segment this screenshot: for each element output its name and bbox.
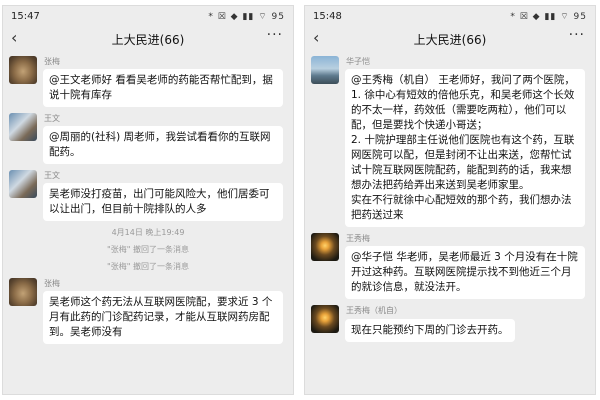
status-bar: 15:47 * ☒ ◆ ▮▮ ⌔ 95: [3, 6, 293, 26]
chat-message: 王文 @周丽的(社科) 周老师，我尝试看看你的互联网配药。: [9, 113, 287, 164]
more-options-icon[interactable]: ···: [267, 27, 283, 43]
more-options-icon[interactable]: ···: [569, 27, 585, 43]
chat-title: 上大民进(66): [413, 32, 487, 47]
avatar[interactable]: [9, 278, 37, 306]
chat-message: 张梅 @王文老师好 看看吴老师的药能否帮忙配到，据说十院有库存: [9, 56, 287, 107]
chat-message-list[interactable]: 张梅 @王文老师好 看看吴老师的药能否帮忙配到，据说十院有库存 王文 @周丽的(…: [3, 52, 293, 344]
chat-message: 华子恺 @王秀梅（机自） 王老师好，我问了两个医院， 1. 徐中心有短效的倍他乐…: [311, 56, 589, 227]
avatar[interactable]: [311, 305, 339, 333]
chat-message: 王文 吴老师没打疫苗，出门可能风险大，他们居委可以让出门，但目前十院排队的人多: [9, 170, 287, 221]
avatar[interactable]: [9, 56, 37, 84]
sender-name: 王文: [44, 114, 60, 123]
timestamp: 4月14日 晚上19:49: [111, 228, 185, 237]
sender-name: 张梅: [44, 57, 60, 66]
chat-message: 张梅 吴老师这个药无法从互联网医院配，要求近 3 个月有此药的门诊配药记录，才能…: [9, 278, 287, 344]
avatar[interactable]: [9, 170, 37, 198]
avatar[interactable]: [311, 56, 339, 84]
sender-name: 华子恺: [346, 57, 370, 66]
message-bubble[interactable]: @周丽的(社科) 周老师，我尝试看看你的互联网配药。: [43, 126, 283, 164]
status-icons: * ☒ ◆ ▮▮ ⌔ 95: [208, 11, 285, 22]
recall-notice: "张梅" 撤回了一条消息: [107, 262, 189, 271]
status-bar: 15:48 * ☒ ◆ ▮▮ ⌔ 95: [305, 6, 595, 26]
sender-name: 王文: [44, 171, 60, 180]
sender-name: 王秀梅: [346, 234, 370, 243]
left-phone-screen: 15:47 * ☒ ◆ ▮▮ ⌔ 95 ‹ 上大民进(66) ··· 张梅 @王…: [2, 5, 294, 395]
message-bubble[interactable]: @王文老师好 看看吴老师的药能否帮忙配到，据说十院有库存: [43, 69, 283, 107]
sender-name: 张梅: [44, 279, 60, 288]
chat-header: ‹ 上大民进(66) ···: [3, 26, 293, 52]
message-bubble[interactable]: @王秀梅（机自） 王老师好，我问了两个医院， 1. 徐中心有短效的倍他乐克，和吴…: [345, 69, 585, 227]
message-bubble[interactable]: @华子恺 华老师，吴老师最近 3 个月没有在十院开过这种药。互联网医院提示找不到…: [345, 246, 585, 299]
right-phone-screen: 15:48 * ☒ ◆ ▮▮ ⌔ 95 ‹ 上大民进(66) ··· 华子恺 @…: [304, 5, 596, 395]
back-arrow-icon[interactable]: ‹: [11, 28, 17, 47]
chat-message: 王秀梅（机自） 现在只能预约下周的门诊去开药。: [311, 305, 589, 342]
back-arrow-icon[interactable]: ‹: [313, 28, 319, 47]
message-bubble[interactable]: 吴老师这个药无法从互联网医院配，要求近 3 个月有此药的门诊配药记录，才能从互联…: [43, 291, 283, 344]
sender-name: 王秀梅（机自）: [346, 306, 402, 315]
chat-header: ‹ 上大民进(66) ···: [305, 26, 595, 52]
recall-notice: "张梅" 撤回了一条消息: [107, 245, 189, 254]
avatar[interactable]: [9, 113, 37, 141]
avatar[interactable]: [311, 233, 339, 261]
message-bubble[interactable]: 吴老师没打疫苗，出门可能风险大，他们居委可以让出门，但目前十院排队的人多: [43, 183, 283, 221]
chat-message-list[interactable]: 华子恺 @王秀梅（机自） 王老师好，我问了两个医院， 1. 徐中心有短效的倍他乐…: [305, 52, 595, 342]
status-time: 15:47: [11, 10, 40, 22]
chat-title: 上大民进(66): [111, 32, 185, 47]
chat-message: 王秀梅 @华子恺 华老师，吴老师最近 3 个月没有在十院开过这种药。互联网医院提…: [311, 233, 589, 299]
status-time: 15:48: [313, 10, 342, 22]
status-icons: * ☒ ◆ ▮▮ ⌔ 95: [510, 11, 587, 22]
message-bubble[interactable]: 现在只能预约下周的门诊去开药。: [345, 319, 515, 342]
